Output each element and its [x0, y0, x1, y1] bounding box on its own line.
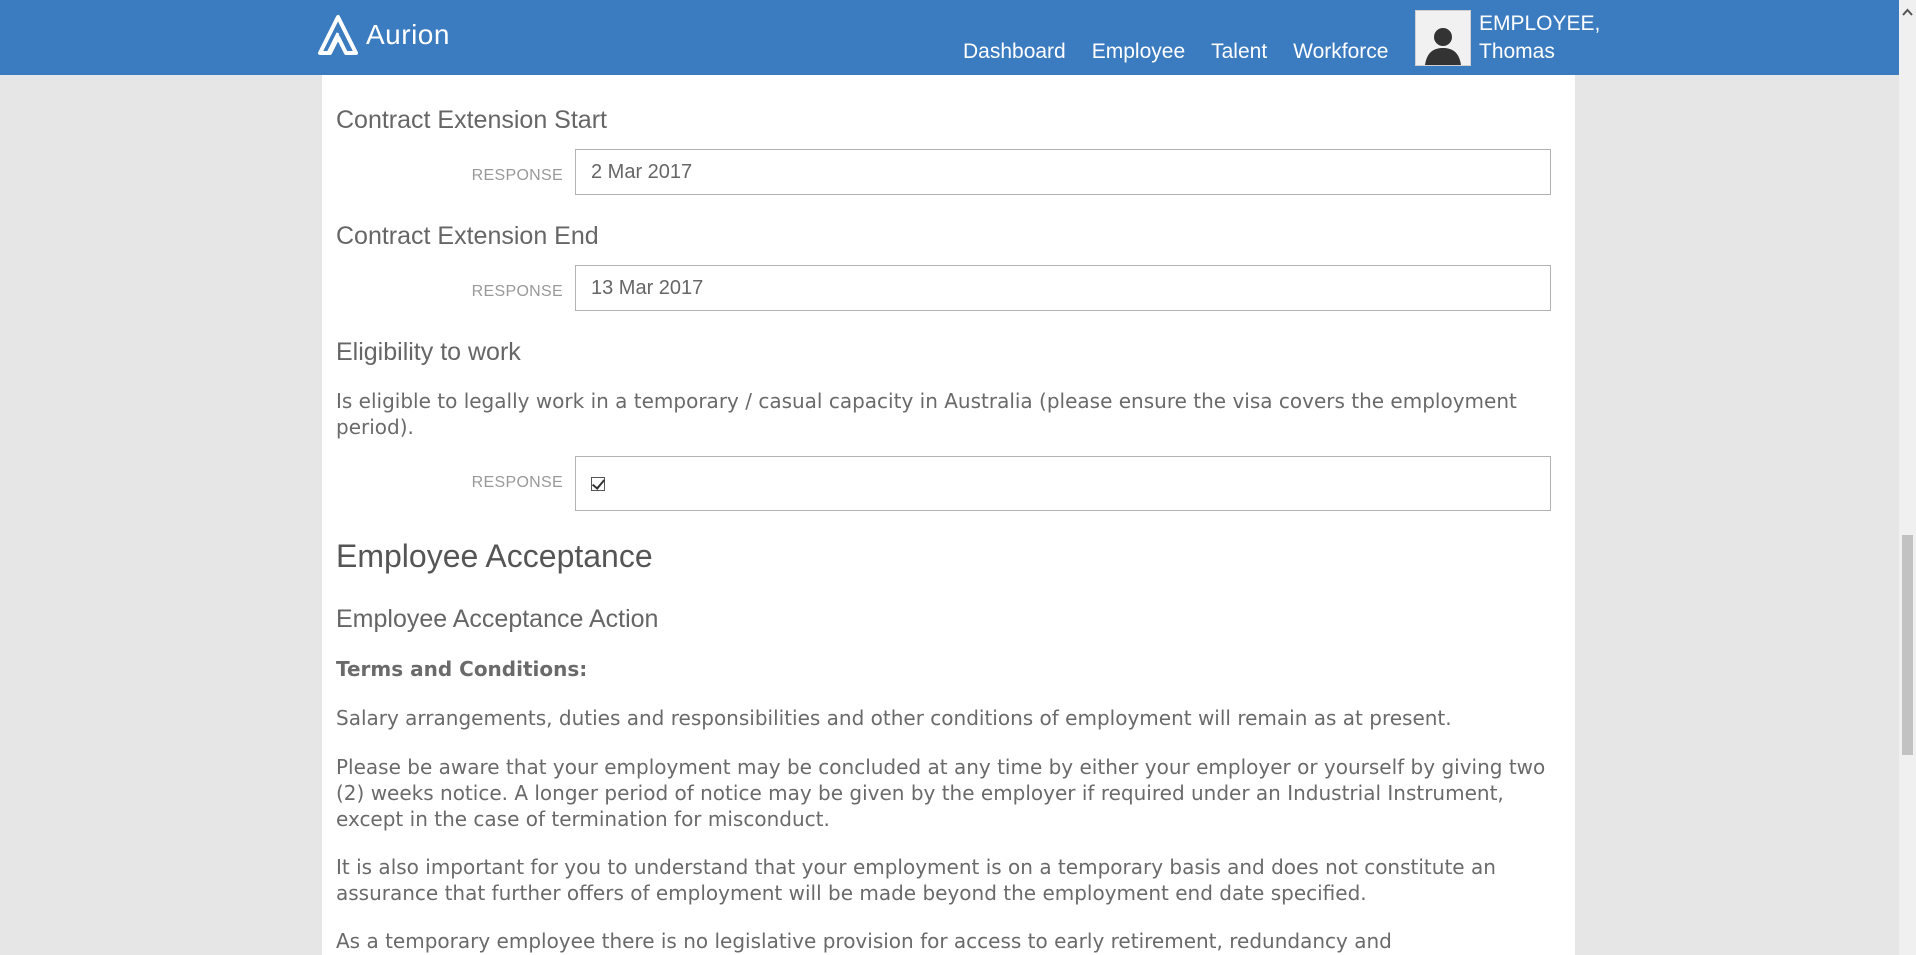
- nav-dashboard[interactable]: Dashboard: [950, 36, 1079, 68]
- contract-end-value: 13 Mar 2017: [591, 276, 704, 299]
- nav-talent[interactable]: Talent: [1198, 36, 1280, 68]
- contract-start-value: 2 Mar 2017: [591, 160, 693, 183]
- terms-paragraph-1: Salary arrangements, duties and responsi…: [336, 706, 1452, 730]
- contract-end-field[interactable]: 13 Mar 2017: [575, 265, 1551, 311]
- eligibility-description: Is eligible to legally work in a tempora…: [336, 389, 1517, 439]
- brand-logo[interactable]: Aurion: [316, 14, 450, 56]
- nav-employee[interactable]: Employee: [1079, 36, 1198, 68]
- contract-start-field[interactable]: 2 Mar 2017: [575, 149, 1551, 195]
- vertical-scrollbar[interactable]: [1899, 0, 1916, 955]
- brand-name: Aurion: [366, 19, 450, 50]
- top-navigation-bar: Aurion Dashboard Employee Talent Workfor…: [0, 0, 1916, 75]
- eligibility-title: Eligibility to work: [336, 338, 521, 366]
- user-avatar-icon: [1415, 10, 1471, 66]
- terms-paragraph-2: Please be aware that your employment may…: [336, 755, 1546, 831]
- acceptance-action-title: Employee Acceptance Action: [336, 605, 659, 633]
- eligibility-response-field: [575, 456, 1551, 511]
- aurion-logo-icon: [318, 15, 358, 55]
- terms-paragraph-3: It is also important for you to understa…: [336, 855, 1496, 905]
- scrollbar-thumb[interactable]: [1902, 535, 1913, 755]
- user-name: EMPLOYEE, Thomas: [1479, 10, 1600, 66]
- contract-end-title: Contract Extension End: [336, 222, 599, 250]
- main-nav: Dashboard Employee Talent Workforce: [950, 36, 1401, 68]
- checkbox-checked-icon[interactable]: [591, 476, 605, 491]
- employee-acceptance-title: Employee Acceptance: [336, 538, 653, 574]
- contract-start-title: Contract Extension Start: [336, 106, 607, 134]
- terms-paragraph-4: As a temporary employee there is no legi…: [336, 929, 1392, 953]
- user-name-line2: Thomas: [1479, 40, 1555, 63]
- user-menu[interactable]: EMPLOYEE, Thomas: [1415, 10, 1600, 66]
- contract-end-response-label: RESPONSE: [471, 283, 563, 300]
- content-panel: Contract Extension Start RESPONSE 2 Mar …: [322, 75, 1575, 955]
- user-name-line1: EMPLOYEE,: [1479, 12, 1601, 35]
- chevron-up-icon[interactable]: [1902, 8, 1913, 19]
- terms-heading: Terms and Conditions:: [336, 657, 588, 681]
- eligibility-response-label: RESPONSE: [471, 474, 563, 491]
- contract-start-response-label: RESPONSE: [471, 167, 563, 184]
- nav-workforce[interactable]: Workforce: [1280, 36, 1401, 68]
